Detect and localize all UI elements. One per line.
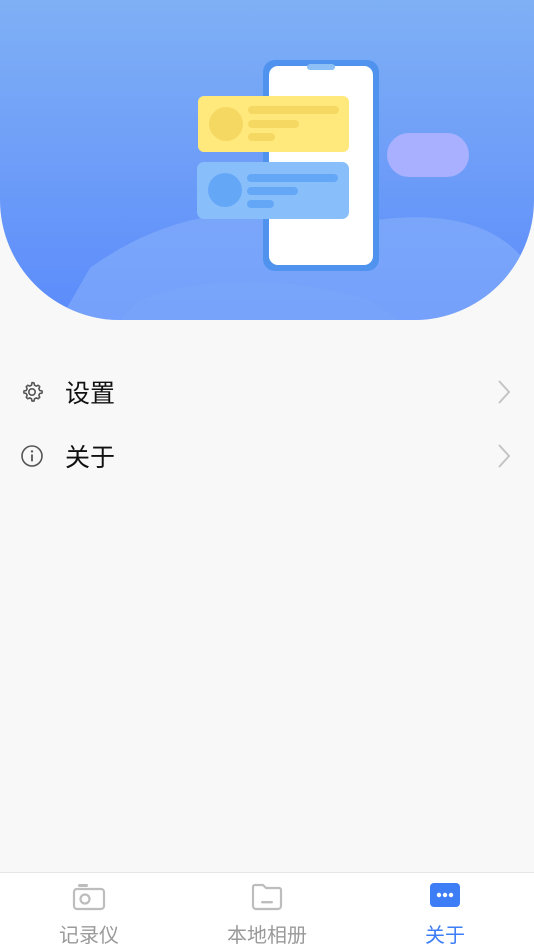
- tab-about[interactable]: 关于: [356, 873, 534, 950]
- tab-recorder[interactable]: 记录仪: [0, 873, 178, 950]
- folder-icon: [250, 881, 284, 911]
- chat-bubble-icon: [428, 881, 462, 911]
- info-icon: [20, 444, 44, 468]
- about-page: 设置 关于 记录仪 本地相册 关于: [0, 0, 534, 950]
- tab-label: 记录仪: [59, 923, 119, 947]
- menu-item-about[interactable]: 关于: [0, 424, 534, 488]
- gear-icon: [20, 380, 44, 404]
- chevron-right-icon: [496, 443, 512, 469]
- bottom-tab-bar: 记录仪 本地相册 关于: [0, 872, 534, 950]
- tab-local-album[interactable]: 本地相册: [178, 873, 356, 950]
- camera-icon: [72, 881, 106, 911]
- hero-banner: [0, 0, 534, 320]
- chevron-right-icon: [496, 379, 512, 405]
- menu-list: 设置 关于: [0, 360, 534, 488]
- tab-label: 本地相册: [227, 923, 307, 947]
- menu-item-label: 设置: [65, 379, 116, 408]
- phone-chat-illustration: [60, 60, 534, 320]
- menu-item-settings[interactable]: 设置: [0, 360, 534, 424]
- menu-item-label: 关于: [65, 443, 116, 472]
- tab-label: 关于: [425, 923, 465, 947]
